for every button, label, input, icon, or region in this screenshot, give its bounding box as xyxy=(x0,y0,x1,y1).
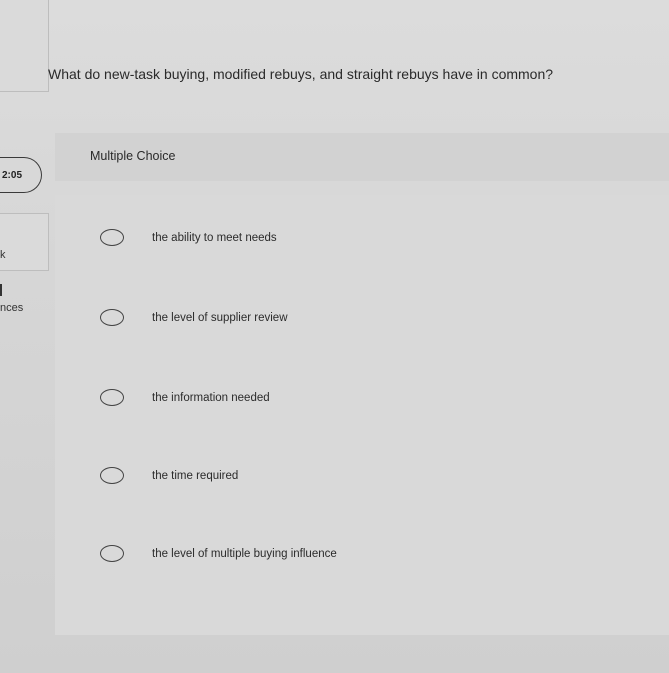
question-type-label: Multiple Choice xyxy=(90,149,176,163)
option-3[interactable]: the information needed xyxy=(100,389,270,406)
question-text: What do new-task buying, modified rebuys… xyxy=(48,66,554,82)
option-2[interactable]: the level of supplier review xyxy=(100,309,288,326)
radio-button[interactable] xyxy=(100,389,124,406)
option-label: the ability to meet needs xyxy=(152,231,277,244)
option-1[interactable]: the ability to meet needs xyxy=(100,229,277,246)
option-label: the level of supplier review xyxy=(152,311,288,324)
option-4[interactable]: the time required xyxy=(100,467,238,484)
option-label: the time required xyxy=(152,469,239,482)
timer-value: 2:05 xyxy=(2,169,23,181)
left-nav-box-2[interactable] xyxy=(0,213,49,271)
radio-button[interactable] xyxy=(100,545,124,562)
side-divider xyxy=(0,284,2,296)
side-fragment-1: k xyxy=(0,249,6,261)
option-label: the level of multiple buying influence xyxy=(152,547,337,560)
radio-button[interactable] xyxy=(100,229,124,246)
side-fragment-2: nces xyxy=(0,302,24,314)
radio-button[interactable] xyxy=(100,467,124,484)
option-label: the information needed xyxy=(152,391,270,404)
timer: 2:05 xyxy=(0,157,42,193)
options-area xyxy=(55,195,669,635)
left-nav-box[interactable] xyxy=(0,0,49,92)
radio-button[interactable] xyxy=(100,309,124,326)
option-5[interactable]: the level of multiple buying influence xyxy=(100,545,337,562)
left-panel: 2:05 k nces xyxy=(0,0,52,673)
